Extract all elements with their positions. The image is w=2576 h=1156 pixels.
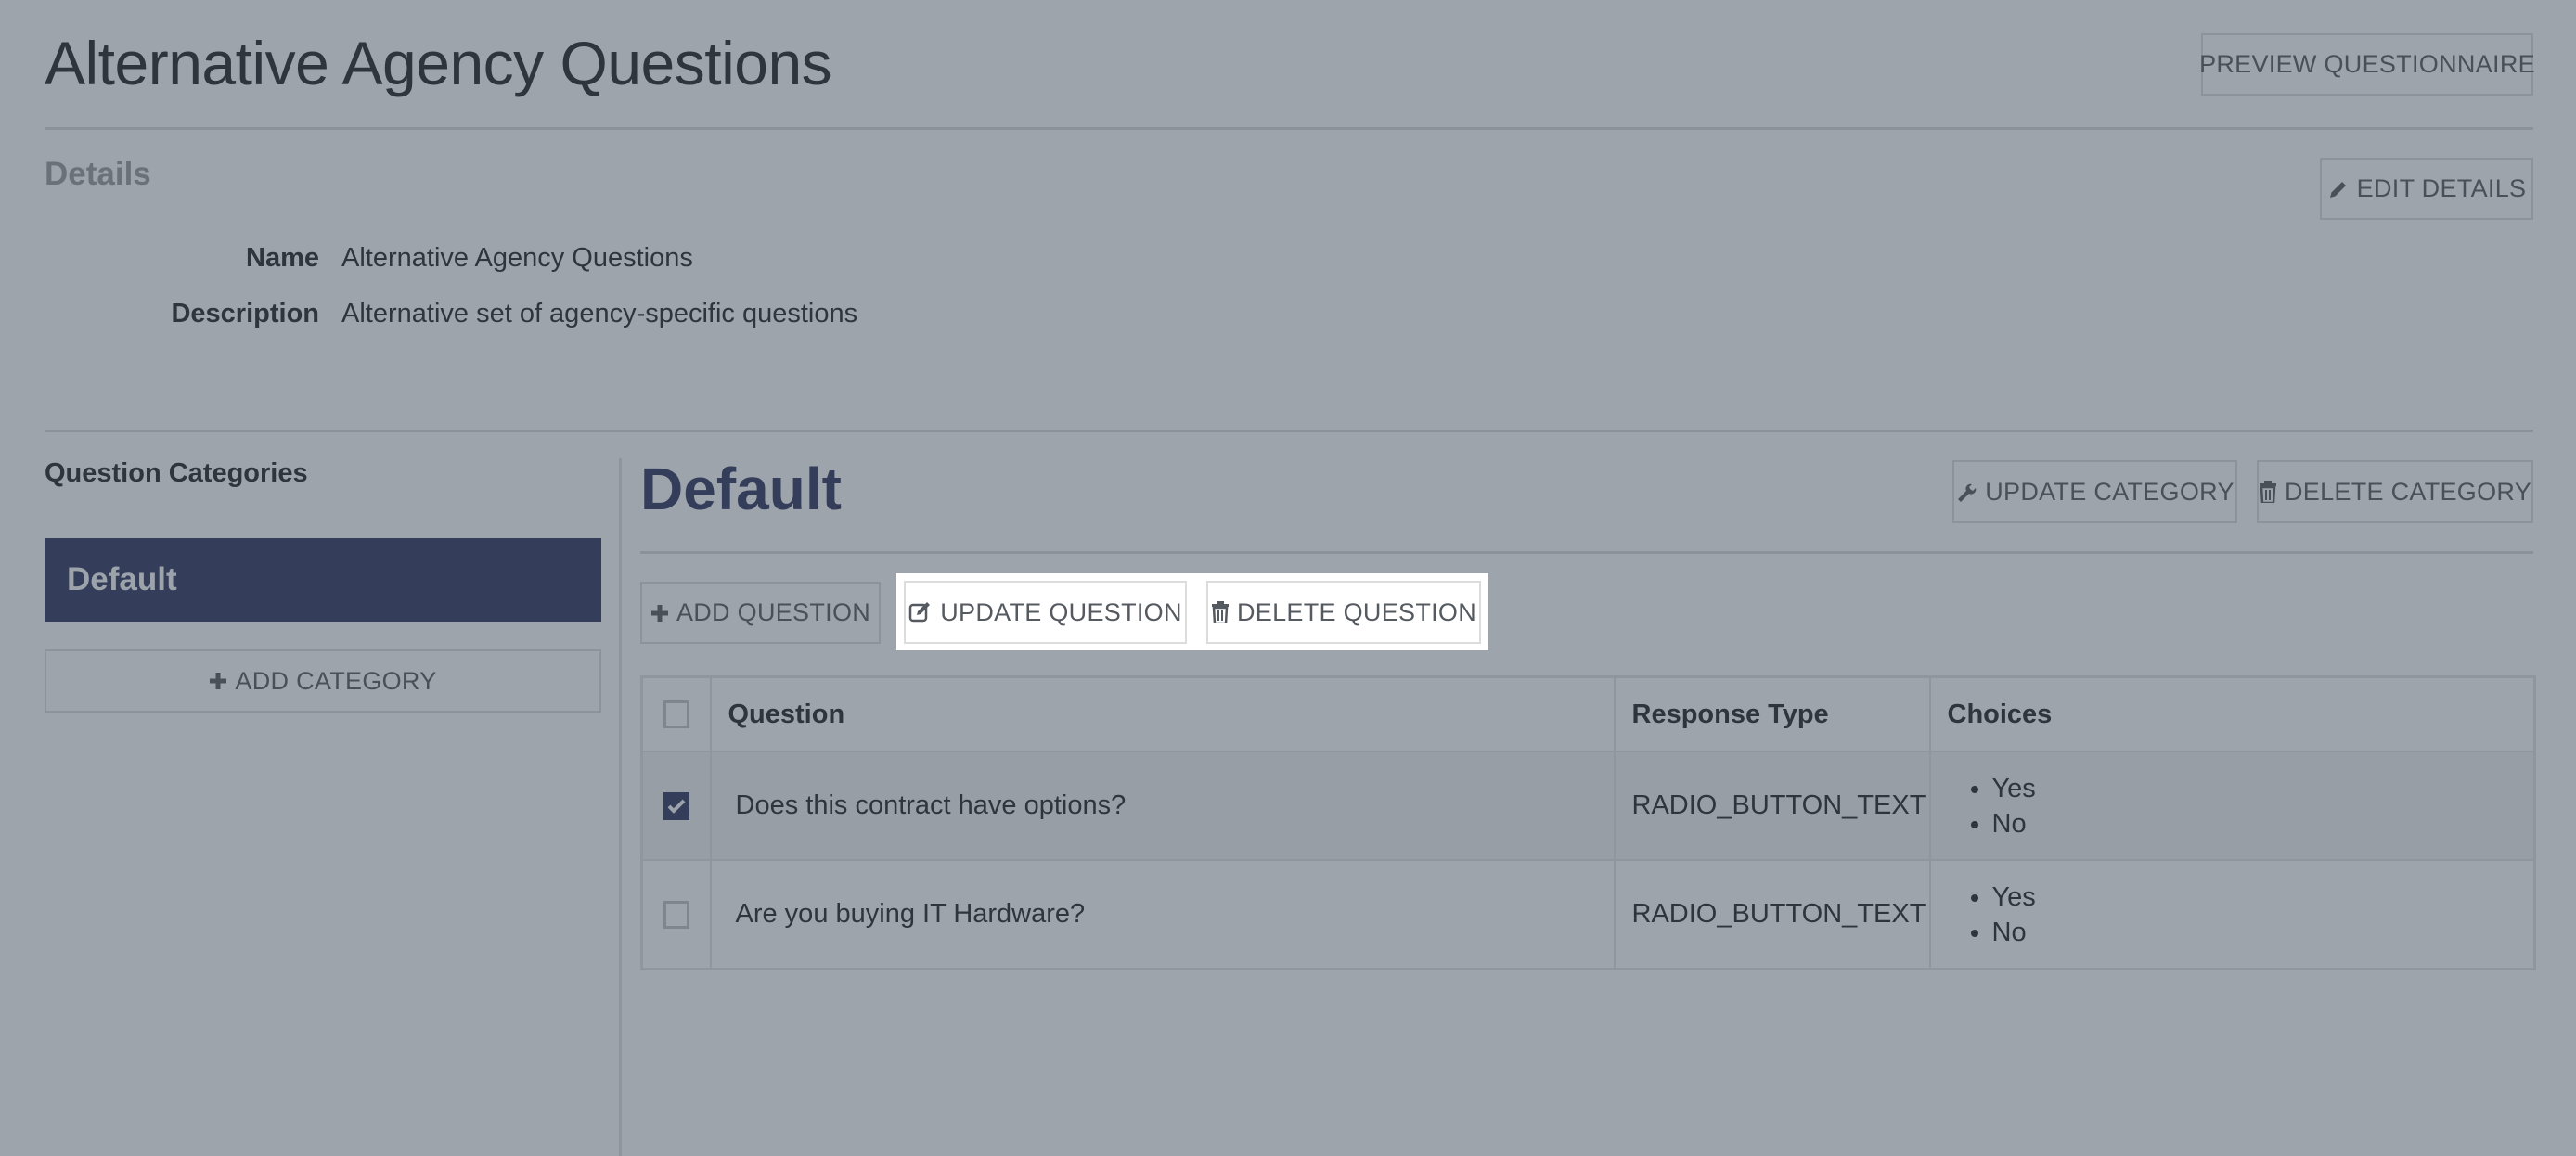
question-cell: Are you buying IT Hardware?: [709, 859, 1616, 970]
category-title: Default: [640, 456, 842, 522]
description-value: Alternative set of agency-specific quest…: [341, 299, 858, 328]
pencil-icon: [2329, 181, 2346, 198]
choice-item: No: [1992, 915, 2518, 950]
row-checkbox[interactable]: [663, 900, 689, 929]
response-type-cell: RADIO_BUTTON_TEXT: [1613, 751, 1931, 861]
preview-questionnaire-button[interactable]: PREVIEW QUESTIONNAIRE: [2199, 33, 2535, 96]
category-item-label: Default: [67, 561, 177, 597]
wrench-icon: [1958, 483, 1977, 502]
row-select-cell: [640, 859, 712, 970]
update-question-button[interactable]: UPDATE QUESTION: [904, 581, 1187, 644]
question-categories-title: Question Categories: [45, 458, 308, 488]
checkmark-icon: [667, 799, 686, 814]
details-section-title: Details: [45, 156, 151, 192]
update-question-label: UPDATE QUESTION: [940, 597, 1182, 626]
category-divider: [640, 551, 2533, 554]
header-divider: [45, 127, 2533, 130]
name-value: Alternative Agency Questions: [341, 243, 693, 273]
delete-category-button[interactable]: DELETE CATEGORY: [2257, 460, 2533, 523]
column-header-response-type: Response Type: [1613, 675, 1931, 752]
trash-icon: [2259, 481, 2276, 503]
choices-cell: Yes No: [1928, 859, 2536, 970]
choice-item: Yes: [1992, 880, 2518, 915]
page-title: Alternative Agency Questions: [45, 29, 832, 97]
table-header-row: Question Response Type Choices: [640, 675, 2536, 752]
add-question-button[interactable]: ADD QUESTION: [640, 582, 881, 644]
table-row[interactable]: Does this contract have options? RADIO_B…: [640, 751, 2536, 861]
delete-question-button[interactable]: DELETE QUESTION: [1206, 581, 1481, 644]
response-type-cell: RADIO_BUTTON_TEXT: [1613, 859, 1931, 970]
plus-icon: [650, 604, 668, 622]
edit-square-icon: [908, 602, 931, 623]
edit-details-button[interactable]: EDIT DETAILS: [2320, 158, 2533, 220]
plus-icon: [210, 673, 227, 689]
sidebar-divider: [619, 458, 622, 1156]
preview-questionnaire-label: PREVIEW QUESTIONNAIRE: [2199, 50, 2535, 78]
add-category-label: ADD CATEGORY: [235, 666, 437, 695]
choice-item: No: [1992, 806, 2518, 841]
column-header-choices: Choices: [1928, 675, 2536, 752]
row-select-cell: [640, 751, 712, 861]
description-label: Description: [171, 299, 319, 328]
choices-cell: Yes No: [1928, 751, 2536, 861]
name-label: Name: [246, 243, 319, 273]
update-category-button[interactable]: UPDATE CATEGORY: [1952, 460, 2237, 523]
update-category-label: UPDATE CATEGORY: [1985, 477, 2235, 506]
questions-table: Question Response Type Choices Does this…: [640, 675, 2536, 970]
details-divider: [45, 430, 2533, 432]
choice-item: Yes: [1992, 771, 2518, 806]
select-all-checkbox[interactable]: [663, 700, 689, 728]
category-item-default[interactable]: Default: [45, 538, 601, 622]
add-category-button[interactable]: ADD CATEGORY: [45, 649, 601, 713]
delete-question-label: DELETE QUESTION: [1236, 597, 1477, 626]
trash-icon: [1211, 601, 1229, 623]
choices-list: Yes No: [1948, 771, 2518, 841]
delete-category-label: DELETE CATEGORY: [2284, 477, 2532, 506]
question-cell: Does this contract have options?: [709, 751, 1616, 861]
column-header-question: Question: [709, 675, 1616, 752]
select-all-cell: [640, 675, 712, 752]
add-question-label: ADD QUESTION: [676, 598, 871, 626]
table-row[interactable]: Are you buying IT Hardware? RADIO_BUTTON…: [640, 859, 2536, 970]
row-checkbox[interactable]: [663, 791, 689, 820]
edit-details-label: EDIT DETAILS: [2356, 174, 2527, 202]
choices-list: Yes No: [1948, 880, 2518, 950]
